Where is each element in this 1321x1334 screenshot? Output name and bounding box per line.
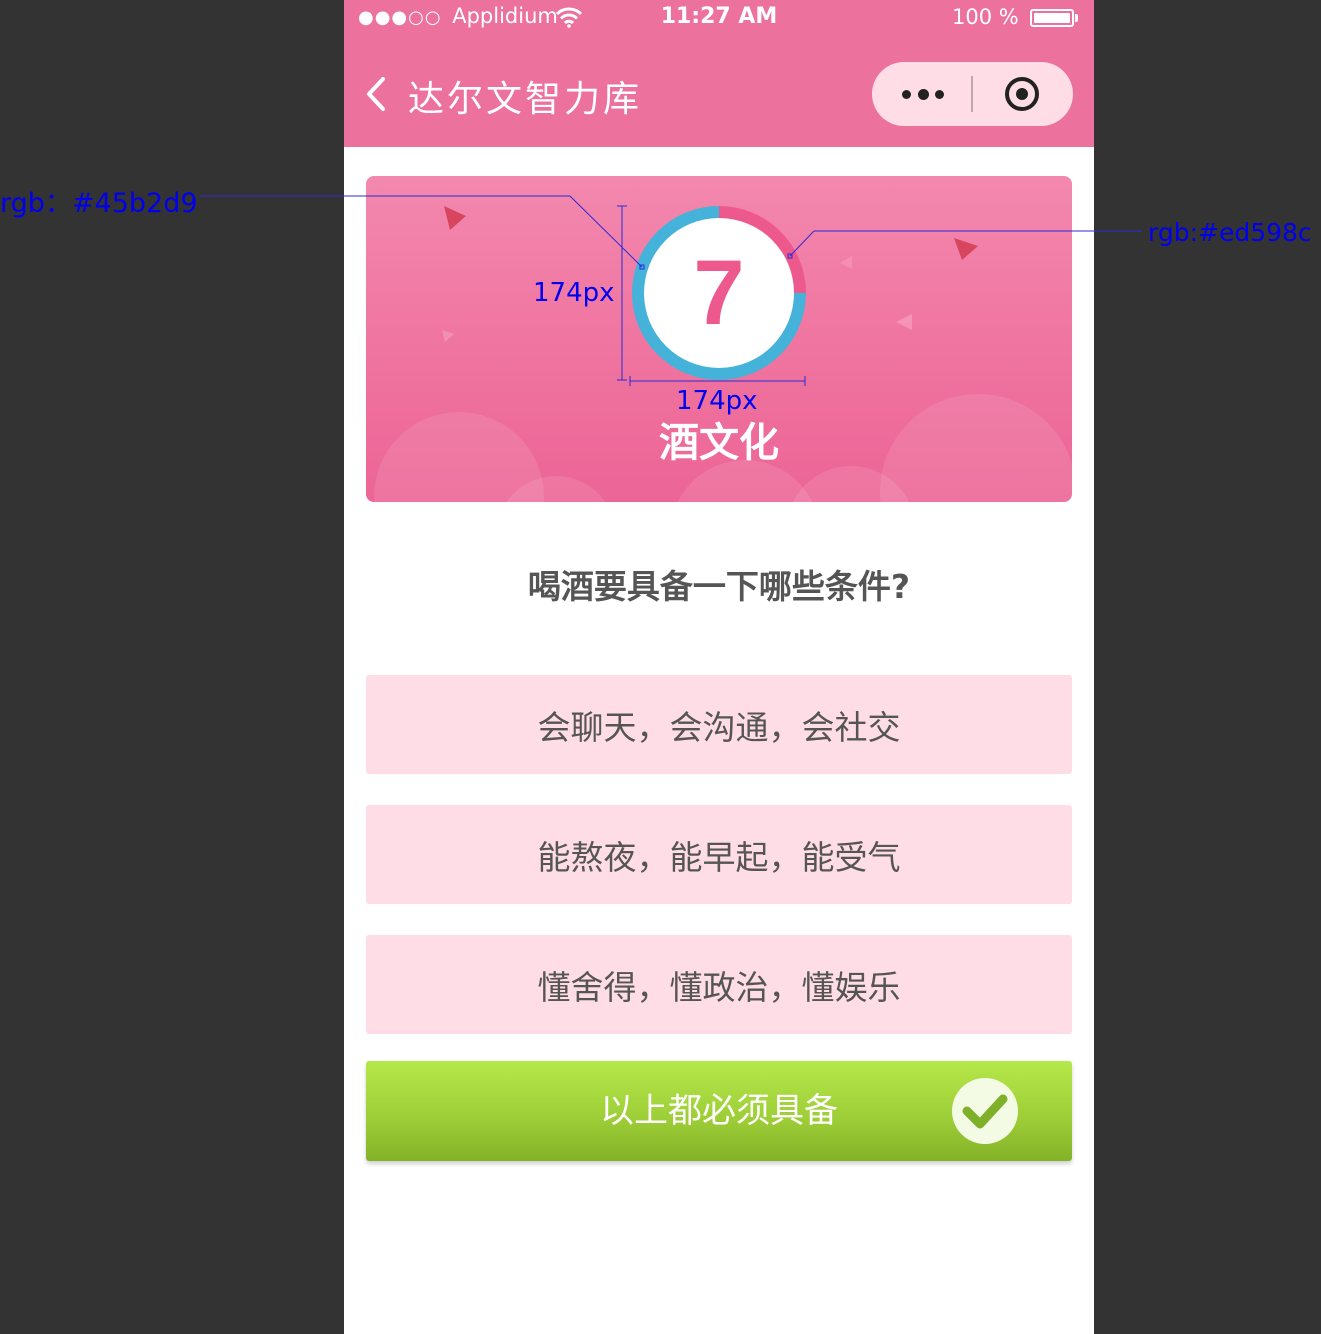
top-bar: ●●●○○ Applidium 11:27 AM 100 % 达尔文智力库 (344, 0, 1094, 147)
confetti-icon (954, 238, 978, 260)
category-title: 酒文化 (659, 420, 779, 466)
confetti-icon (840, 256, 852, 269)
correct-answer-button[interactable]: 以上都必须具备 (366, 1061, 1072, 1161)
confetti-icon (442, 330, 454, 342)
phone-screen: ●●●○○ Applidium 11:27 AM 100 % 达尔文智力库 7 … (344, 0, 1094, 1334)
mini-program-capsule (872, 62, 1073, 126)
battery-icon (1030, 9, 1074, 27)
battery-tip (1075, 14, 1078, 22)
check-circle-icon (952, 1078, 1018, 1144)
confetti-icon (896, 314, 912, 330)
page-title: 达尔文智力库 (408, 79, 643, 120)
target-close-icon[interactable] (973, 62, 1073, 126)
color-annotation-pink: rgb:#ed598c (1148, 218, 1312, 247)
option-button[interactable]: 会聊天，会沟通，会社交 (366, 675, 1072, 774)
battery-percent: 100 % (952, 5, 1019, 29)
more-dots-icon[interactable] (872, 62, 972, 126)
countdown-face: 7 (644, 218, 794, 368)
height-annotation: 174px (533, 278, 615, 308)
question-banner: 7 酒文化 (366, 176, 1072, 502)
option-button[interactable]: 能熬夜，能早起，能受气 (366, 805, 1072, 904)
confetti-icon (444, 206, 466, 230)
color-annotation-blue: rgb：#45b2d9 (0, 188, 198, 219)
question-text: 喝酒要具备一下哪些条件? (527, 567, 911, 606)
countdown-ring: 7 (632, 206, 806, 380)
option-button[interactable]: 懂舍得，懂政治，懂娱乐 (366, 935, 1072, 1034)
countdown-number: 7 (693, 241, 745, 344)
width-annotation: 174px (676, 386, 758, 416)
chevron-left-icon[interactable] (366, 76, 386, 112)
status-bar: ●●●○○ Applidium 11:27 AM 100 % (344, 0, 1094, 40)
